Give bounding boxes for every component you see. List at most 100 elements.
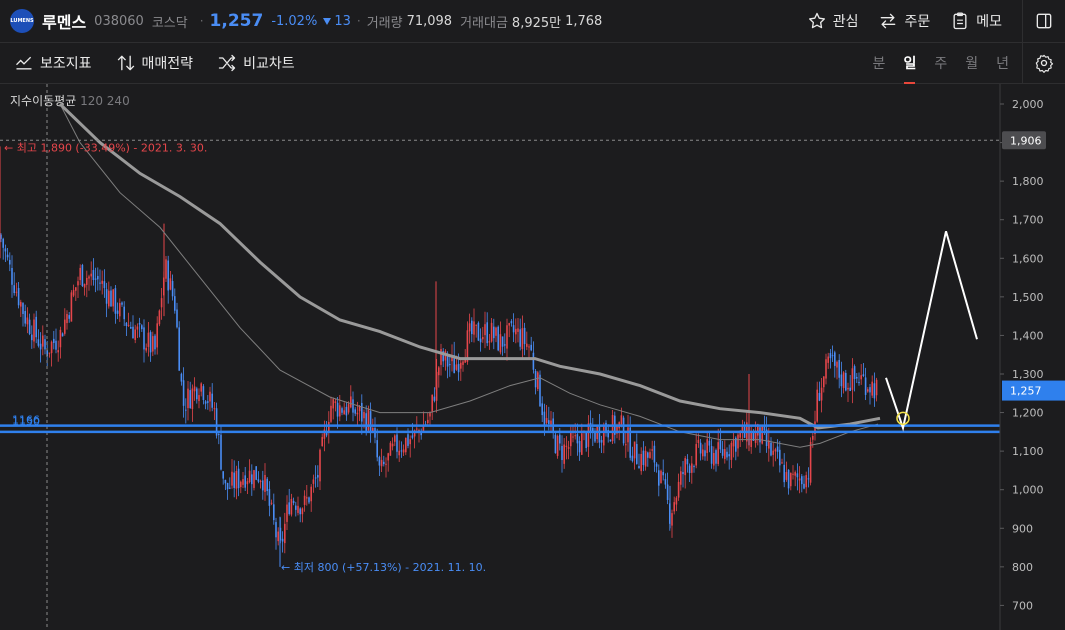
tab-week[interactable]: 주 bbox=[934, 53, 947, 73]
candle bbox=[306, 484, 308, 506]
candle bbox=[840, 361, 843, 398]
tab-month[interactable]: 월 bbox=[965, 53, 978, 73]
candle bbox=[798, 466, 801, 494]
candle bbox=[438, 366, 440, 388]
separator-dot: · bbox=[199, 14, 204, 28]
candle bbox=[15, 282, 18, 297]
candle bbox=[477, 321, 480, 341]
support-line-label: 1150 bbox=[12, 415, 40, 428]
candle bbox=[376, 428, 378, 462]
memo-button[interactable]: 메모 bbox=[950, 11, 1002, 31]
candle bbox=[35, 310, 37, 344]
candle bbox=[515, 318, 517, 344]
candle bbox=[211, 383, 213, 412]
candle bbox=[70, 290, 73, 322]
drawn-trend-line[interactable] bbox=[885, 231, 978, 432]
candle bbox=[717, 428, 719, 467]
settings-button[interactable] bbox=[1022, 43, 1065, 83]
candle bbox=[297, 496, 299, 516]
panel-toggle-button[interactable] bbox=[1022, 0, 1065, 42]
candle bbox=[680, 466, 682, 491]
candle bbox=[389, 441, 392, 456]
candle bbox=[11, 255, 13, 298]
candle bbox=[647, 451, 649, 467]
candle bbox=[537, 370, 539, 392]
candle bbox=[823, 376, 825, 393]
candle bbox=[517, 317, 519, 343]
candle bbox=[479, 328, 482, 352]
price-chart[interactable]: 11661150← 최고 1,890 (-33.49%) - 2021. 3. … bbox=[0, 84, 1065, 630]
candle bbox=[684, 455, 686, 489]
candle bbox=[310, 484, 312, 512]
candle bbox=[383, 455, 385, 467]
order-button[interactable]: 주문 bbox=[878, 11, 930, 31]
candle bbox=[352, 391, 354, 422]
volume-value: 71,098 bbox=[406, 13, 453, 29]
candle bbox=[92, 258, 95, 286]
candle bbox=[660, 469, 662, 484]
candle bbox=[101, 270, 103, 295]
tab-year[interactable]: 년 bbox=[996, 53, 1009, 73]
candle bbox=[746, 411, 748, 449]
watch-button[interactable]: 관심 bbox=[807, 11, 859, 31]
candle bbox=[792, 465, 794, 480]
candle bbox=[391, 437, 394, 451]
candle bbox=[295, 501, 297, 517]
candle bbox=[134, 324, 136, 344]
candle bbox=[167, 255, 169, 304]
high-annotation: ← 최고 1,890 (-33.49%) - 2021. 3. 30. bbox=[4, 141, 207, 154]
candle bbox=[198, 388, 200, 409]
candle bbox=[103, 269, 106, 298]
candle bbox=[75, 287, 77, 301]
candle bbox=[202, 384, 205, 405]
candle bbox=[57, 340, 59, 362]
candle bbox=[695, 433, 697, 469]
candle bbox=[6, 248, 9, 261]
candle bbox=[825, 353, 827, 385]
candle bbox=[281, 531, 284, 553]
candle bbox=[141, 324, 143, 332]
y-tick-label: 900 bbox=[1012, 522, 1033, 535]
watch-label: 관심 bbox=[832, 14, 859, 30]
candle bbox=[776, 439, 779, 459]
candle bbox=[171, 274, 174, 301]
candle bbox=[704, 442, 706, 461]
compare-button[interactable]: 비교차트 bbox=[217, 53, 295, 73]
candle bbox=[757, 423, 759, 446]
indicator-icon bbox=[16, 56, 32, 70]
candle bbox=[726, 447, 728, 461]
candle bbox=[251, 464, 253, 496]
candle bbox=[460, 359, 462, 381]
candle bbox=[664, 473, 667, 489]
candle bbox=[33, 313, 35, 349]
candle bbox=[110, 286, 112, 307]
tab-day[interactable]: 일 bbox=[903, 53, 916, 84]
company-logo: LUMENS bbox=[10, 9, 34, 33]
candle bbox=[81, 263, 84, 287]
stock-name: 루멘스 bbox=[42, 13, 87, 32]
candle bbox=[48, 352, 51, 358]
candle bbox=[526, 331, 528, 351]
candle bbox=[649, 448, 651, 459]
candle bbox=[156, 316, 158, 355]
indicators-button[interactable]: 보조지표 bbox=[14, 53, 92, 73]
candle bbox=[462, 359, 464, 372]
strategy-button[interactable]: 매매전략 bbox=[116, 53, 193, 73]
candle bbox=[270, 499, 273, 506]
candle bbox=[114, 285, 117, 324]
candle bbox=[145, 343, 147, 353]
candle bbox=[31, 325, 33, 349]
candle bbox=[686, 454, 689, 473]
candle bbox=[847, 382, 849, 402]
y-tick-label: 800 bbox=[1012, 561, 1033, 574]
candle bbox=[385, 457, 387, 478]
tab-minute[interactable]: 분 bbox=[873, 53, 886, 73]
candle bbox=[805, 471, 807, 494]
candle bbox=[405, 437, 407, 456]
candle bbox=[651, 440, 653, 460]
candle bbox=[218, 431, 220, 445]
candle bbox=[761, 425, 763, 445]
candle bbox=[242, 472, 244, 489]
candle bbox=[330, 396, 332, 424]
change-percent: -1.02% bbox=[271, 13, 318, 29]
